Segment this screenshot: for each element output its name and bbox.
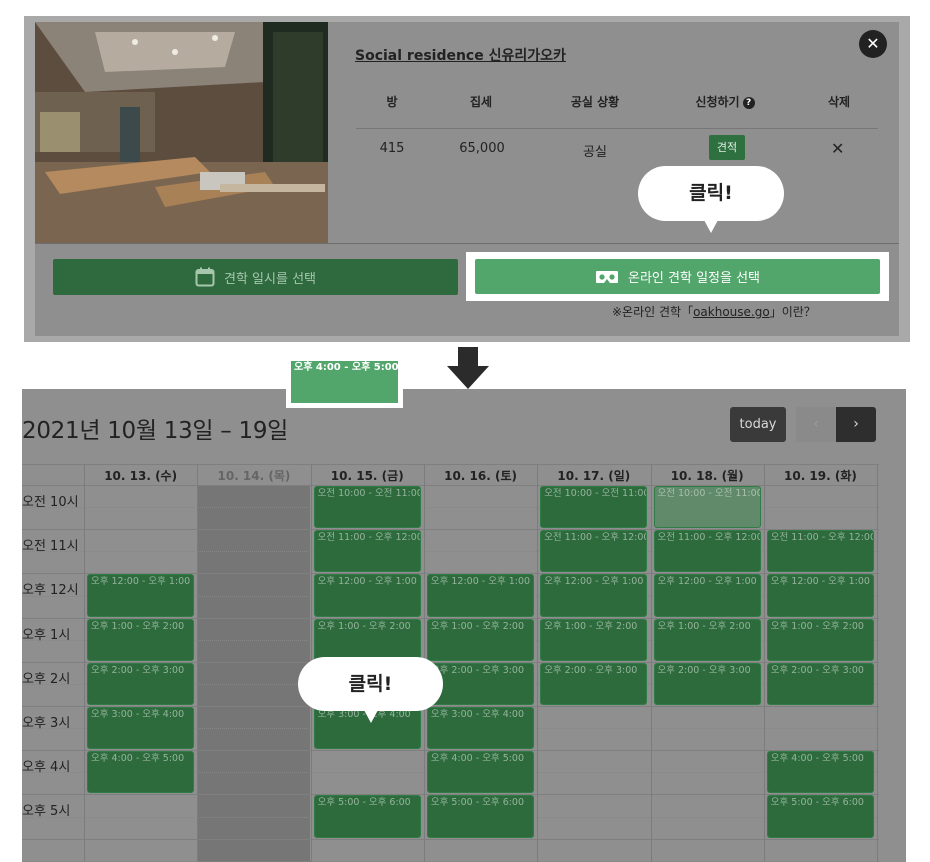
time-slot[interactable]: 오후 3:00 - 오후 4:00	[426, 707, 535, 750]
residence-name-link[interactable]: Social residence 신유리가오카	[355, 45, 566, 65]
delete-icon[interactable]: ✕	[831, 139, 844, 158]
day-column-line	[197, 464, 199, 862]
day-header: 10. 14. (목)	[217, 469, 291, 483]
selected-time-slot[interactable]: 오후 4:00 - 오후 5:00	[291, 361, 399, 403]
day-header: 10. 15. (금)	[330, 469, 404, 483]
select-online-visit-label: 온라인 견학 일정을 선택	[628, 271, 760, 286]
week-grid: 10. 13. (수) 10. 14. (목) 10. 15. (금) 10. 16.…	[22, 464, 906, 862]
calendar-title: 2021년 10월 13일 – 19일	[22, 418, 289, 444]
oakhouse-go-link[interactable]: oakhouse.go	[693, 305, 770, 319]
header-vacancy: 공실 상황	[570, 95, 620, 109]
select-online-visit-button[interactable]: 온라인 견학 일정을 선택	[475, 259, 880, 294]
day-column-line	[877, 464, 879, 862]
cell-room: 415	[379, 141, 405, 156]
estimate-button[interactable]: 견적	[709, 135, 745, 160]
hour-label: 오후 3시	[22, 716, 71, 731]
hour-label: 오전 10시	[22, 495, 79, 510]
unavailable-day-column	[197, 486, 310, 862]
time-slot[interactable]: 오후 1:00 - 오후 2:00	[766, 618, 875, 661]
time-slot[interactable]: 오후 12:00 - 오후 1:00	[87, 574, 195, 617]
time-slot[interactable]: 오전 10:00 - 오전 11:00	[313, 486, 421, 529]
select-visit-date-button[interactable]: 견학 일시를 선택	[53, 259, 458, 295]
time-slot[interactable]: 오후 2:00 - 오후 3:00	[87, 662, 195, 705]
time-slot[interactable]: 오후 2:00 - 오후 3:00	[653, 662, 761, 705]
cell-status: 공실	[583, 145, 607, 160]
hour-label: 오후 4시	[22, 760, 71, 776]
day-column-line	[763, 464, 765, 862]
tutorial-screenshot: Social residence 신유리가오카 ✕ 방 집세 공실 상황 신청하…	[0, 0, 930, 862]
cell-rent: 65,000	[459, 141, 505, 156]
time-slot[interactable]: 오후 2:00 - 오후 3:00	[540, 662, 648, 705]
hour-label: 오후 12시	[22, 583, 79, 599]
time-slot[interactable]: 오후 4:00 - 오후 5:00	[766, 751, 875, 794]
help-icon[interactable]: ?	[742, 97, 755, 109]
day-header: 10. 16. (토)	[444, 469, 517, 483]
time-slot[interactable]: 오후 4:00 - 오후 5:00	[87, 751, 195, 794]
calendar-icon	[195, 267, 215, 287]
day-column-line	[537, 464, 539, 862]
header-rent: 집세	[469, 95, 493, 109]
header-delete: 삭제	[827, 95, 851, 109]
table-divider	[356, 128, 878, 129]
time-slot[interactable]: 오후 12:00 - 오후 1:00	[653, 574, 761, 617]
online-note-prefix: ※온라인 견학「	[612, 305, 694, 319]
time-slot[interactable]: 오전 10:00 - 오전 11:00	[540, 486, 648, 529]
time-slot[interactable]: 오전 11:00 - 오후 12:00	[653, 530, 761, 573]
day-column-line	[650, 464, 652, 862]
time-slot[interactable]: 오후 12:00 - 오후 1:00	[426, 574, 535, 617]
prev-week-button[interactable]: ‹	[796, 407, 836, 442]
calendar-view: 2021년 10월 13일 – 19일 today ‹ › 10. 13. (수…	[22, 389, 906, 862]
time-slot[interactable]: 오후 4:00 - 오후 5:00	[426, 751, 535, 794]
time-slot[interactable]: 오전 10:00 - 오전 11:00	[653, 486, 761, 529]
day-column-line	[84, 464, 85, 862]
online-note-suffix: 」이란？	[769, 305, 816, 319]
hour-label: 오후 2시	[22, 671, 71, 687]
header-apply: 신청하기?	[688, 93, 762, 110]
time-slot[interactable]: 오후 2:00 - 오후 3:00	[766, 662, 875, 705]
hour-label: 오후 5시	[22, 804, 71, 820]
time-slot[interactable]: 오후 1:00 - 오후 2:00	[653, 618, 761, 661]
click-callout-bottom: 클릭!	[298, 657, 443, 723]
time-slot[interactable]: 오후 12:00 - 오후 1:00	[540, 574, 648, 617]
time-slot[interactable]: 오전 11:00 - 오후 12:00	[766, 530, 875, 573]
arrow-down-icon	[447, 347, 489, 389]
time-slot[interactable]: 오후 3:00 - 오후 4:00	[87, 707, 195, 750]
time-slot[interactable]: 오후 1:00 - 오후 2:00	[426, 618, 535, 661]
close-button[interactable]: ✕	[859, 30, 887, 58]
time-slot[interactable]: 오후 12:00 - 오후 1:00	[766, 574, 875, 617]
room-photo	[35, 22, 328, 243]
time-slot[interactable]: 오후 1:00 - 오후 2:00	[313, 618, 421, 661]
time-slot[interactable]: 오후 1:00 - 오후 2:00	[87, 618, 195, 661]
hour-label: 오전 11시	[22, 539, 79, 555]
day-header: 10. 18. (월)	[670, 469, 744, 483]
time-slot[interactable]: 오후 5:00 - 오후 6:00	[313, 795, 421, 838]
select-visit-date-label: 견학 일시를 선택	[224, 271, 316, 287]
time-slot[interactable]: 오후 12:00 - 오후 1:00	[313, 574, 421, 617]
time-slot[interactable]: 오전 11:00 - 오후 12:00	[313, 530, 421, 573]
online-visit-note: ※온라인 견학「oakhouse.go」이란？	[612, 303, 816, 320]
time-slot[interactable]: 오후 1:00 - 오후 2:00	[540, 618, 648, 661]
day-header: 10. 19. (화)	[784, 469, 857, 483]
time-slot[interactable]: 오전 11:00 - 오후 12:00	[540, 530, 648, 573]
grid-top-line	[22, 464, 879, 465]
time-slot[interactable]: 오후 5:00 - 오후 6:00	[426, 795, 535, 838]
day-header: 10. 17. (일)	[557, 469, 631, 483]
header-room: 방	[386, 95, 398, 109]
hour-line	[22, 838, 879, 840]
click-callout-top: 클릭!	[638, 166, 784, 233]
header-apply-label: 신청하기	[695, 95, 740, 109]
modal-divider	[35, 243, 899, 244]
hour-label: 오후 1시	[22, 627, 71, 643]
vr-goggles-icon	[596, 270, 618, 283]
time-slot[interactable]: 오후 5:00 - 오후 6:00	[766, 795, 875, 838]
next-week-button[interactable]: ›	[836, 407, 876, 442]
today-button[interactable]: today	[730, 407, 786, 442]
day-header: 10. 13. (수)	[104, 469, 178, 483]
